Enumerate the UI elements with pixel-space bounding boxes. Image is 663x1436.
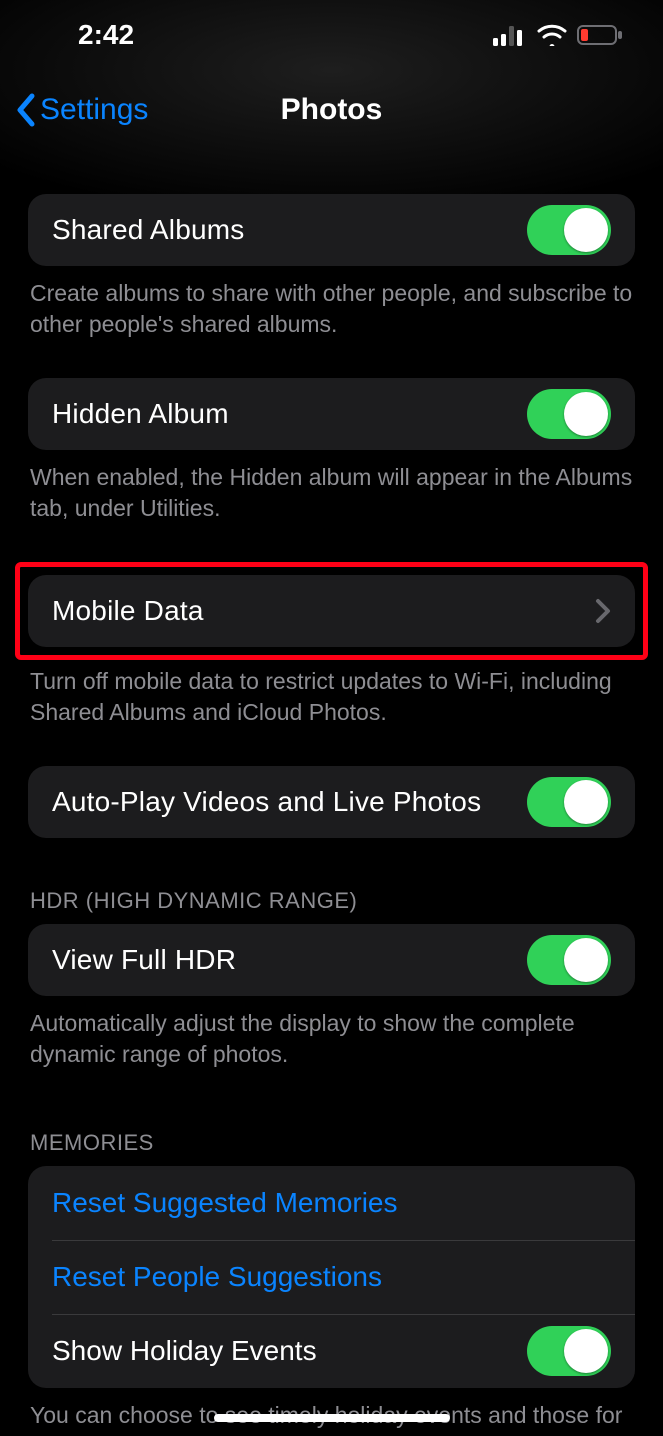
chevron-left-icon — [14, 92, 38, 128]
hdr-label: View Full HDR — [52, 944, 236, 976]
chevron-right-icon — [595, 598, 611, 624]
mobile-data-group: Mobile Data Turn off mobile data to rest… — [28, 562, 635, 728]
reset-people-suggestions-label: Reset People Suggestions — [52, 1261, 382, 1293]
back-label: Settings — [40, 93, 148, 127]
page-title: Photos — [281, 93, 383, 127]
wifi-icon — [537, 24, 567, 46]
reset-suggested-memories-label: Reset Suggested Memories — [52, 1187, 398, 1219]
back-button[interactable]: Settings — [14, 92, 148, 128]
hidden-album-footer: When enabled, the Hidden album will appe… — [28, 462, 635, 524]
shared-albums-cell[interactable]: Shared Albums — [28, 194, 635, 266]
shared-albums-footer: Create albums to share with other people… — [28, 278, 635, 340]
shared-albums-toggle[interactable] — [527, 205, 611, 255]
hdr-toggle[interactable] — [527, 935, 611, 985]
autoplay-label: Auto-Play Videos and Live Photos — [52, 786, 481, 818]
memories-section-header: MEMORIES — [28, 1130, 635, 1166]
autoplay-group: Auto-Play Videos and Live Photos — [28, 766, 635, 838]
mobile-data-cell[interactable]: Mobile Data — [28, 575, 635, 647]
mobile-data-footer: Turn off mobile data to restrict updates… — [28, 666, 635, 728]
reset-people-suggestions-row[interactable]: Reset People Suggestions — [28, 1240, 635, 1314]
hidden-album-cell[interactable]: Hidden Album — [28, 378, 635, 450]
status-bar: 2:42 — [0, 0, 663, 70]
home-indicator[interactable] — [214, 1414, 450, 1422]
toggle-knob — [564, 392, 608, 436]
status-time: 2:42 — [78, 19, 134, 51]
hdr-footer: Automatically adjust the display to show… — [28, 1008, 635, 1070]
status-icons — [493, 24, 623, 46]
toggle-knob — [564, 780, 608, 824]
hdr-cell[interactable]: View Full HDR — [28, 924, 635, 996]
shared-albums-group: Shared Albums Create albums to share wit… — [28, 194, 635, 340]
mobile-data-label: Mobile Data — [52, 595, 204, 627]
settings-content: Shared Albums Create albums to share wit… — [0, 194, 663, 1436]
autoplay-toggle[interactable] — [527, 777, 611, 827]
show-holiday-events-row[interactable]: Show Holiday Events — [28, 1314, 635, 1388]
show-holiday-events-label: Show Holiday Events — [52, 1335, 317, 1367]
toggle-knob — [564, 1329, 608, 1373]
hidden-album-label: Hidden Album — [52, 398, 229, 430]
show-holiday-events-toggle[interactable] — [527, 1326, 611, 1376]
toggle-knob — [564, 208, 608, 252]
memories-group: Reset Suggested Memories Reset People Su… — [28, 1166, 635, 1388]
toggle-knob — [564, 938, 608, 982]
highlight-frame: Mobile Data — [15, 562, 648, 660]
shared-albums-label: Shared Albums — [52, 214, 245, 246]
battery-low-icon — [577, 24, 623, 46]
autoplay-cell[interactable]: Auto-Play Videos and Live Photos — [28, 766, 635, 838]
hdr-section-header: HDR (HIGH DYNAMIC RANGE) — [28, 888, 635, 924]
nav-header: Settings Photos — [0, 70, 663, 150]
cellular-signal-icon — [493, 24, 527, 46]
hidden-album-group: Hidden Album When enabled, the Hidden al… — [28, 378, 635, 524]
reset-suggested-memories-row[interactable]: Reset Suggested Memories — [28, 1166, 635, 1240]
hidden-album-toggle[interactable] — [527, 389, 611, 439]
hdr-group: View Full HDR Automatically adjust the d… — [28, 924, 635, 1070]
